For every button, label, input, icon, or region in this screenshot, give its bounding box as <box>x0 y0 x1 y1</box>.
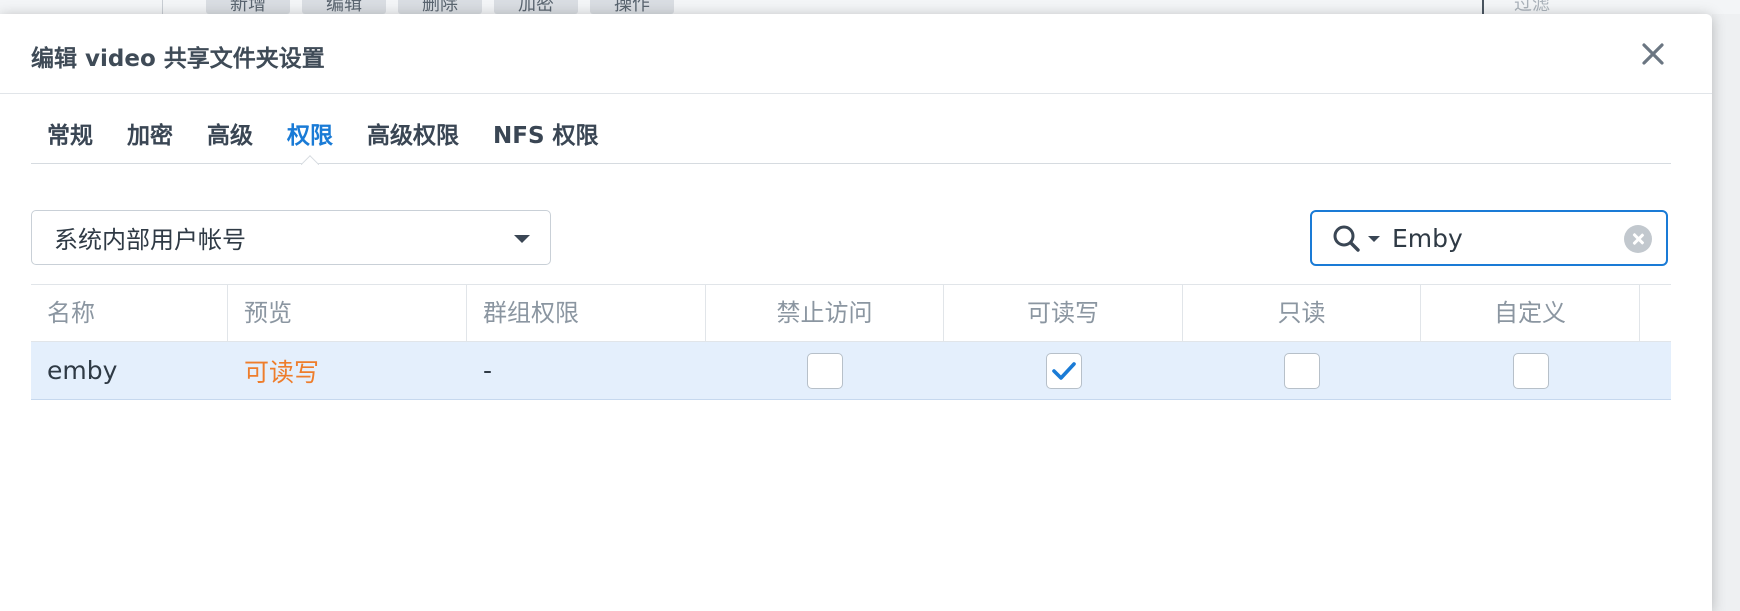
close-icon <box>1642 43 1664 65</box>
bg-add-button[interactable]: 新增 <box>206 0 290 14</box>
tab-label: 常规 <box>47 123 93 149</box>
permissions-table: 名称 预览 群组权限 禁止访问 可读写 只读 自定义 emby 可读写 - <box>31 284 1671 400</box>
table-row[interactable]: emby 可读写 - <box>31 342 1671 400</box>
edit-shared-folder-dialog: 编辑 video 共享文件夹设置 常规 加密 高级 权限 高级权限 NFS 权限… <box>0 14 1712 611</box>
background-toolbar: 新增 编辑 删除 加密 操作 <box>150 0 674 14</box>
search-box <box>1310 210 1668 266</box>
column-header-spacer <box>1640 285 1671 341</box>
dialog-title: 编辑 video 共享文件夹设置 <box>31 46 325 72</box>
table-header: 名称 预览 群组权限 禁止访问 可读写 只读 自定义 <box>31 284 1671 342</box>
column-header-read-write[interactable]: 可读写 <box>944 285 1183 341</box>
user-type-select[interactable]: 系统内部用户帐号 <box>31 210 551 265</box>
tab-permissions[interactable]: 权限 <box>270 118 350 164</box>
active-tab-indicator <box>301 155 319 165</box>
bg-encrypt-button[interactable]: 加密 <box>494 0 578 14</box>
tab-encryption[interactable]: 加密 <box>110 118 190 164</box>
column-header-group-permission[interactable]: 群组权限 <box>467 285 706 341</box>
bg-action-button[interactable]: 操作 <box>590 0 674 14</box>
no-access-checkbox[interactable] <box>807 352 843 389</box>
dialog-header: 编辑 video 共享文件夹设置 <box>0 14 1712 94</box>
bg-edit-button[interactable]: 编辑 <box>302 0 386 14</box>
custom-checkbox[interactable] <box>1512 352 1549 389</box>
tab-label: 加密 <box>127 123 173 149</box>
tab-general[interactable]: 常规 <box>31 118 110 164</box>
close-button[interactable] <box>1633 34 1673 74</box>
search-input[interactable] <box>1392 220 1612 256</box>
tab-bar: 常规 加密 高级 权限 高级权限 NFS 权限 <box>31 118 1671 164</box>
column-header-name[interactable]: 名称 <box>31 285 228 341</box>
read-only-checkbox[interactable] <box>1284 352 1320 389</box>
column-header-custom[interactable]: 自定义 <box>1421 285 1640 341</box>
cell-group-permission: - <box>483 356 493 385</box>
background-edge <box>1712 14 1740 611</box>
search-icon[interactable] <box>1332 224 1362 254</box>
search-options-dropdown-icon[interactable] <box>1368 236 1380 242</box>
tab-label: 高级 <box>207 123 253 149</box>
user-type-value: 系统内部用户帐号 <box>54 226 246 254</box>
tab-advanced-permissions[interactable]: 高级权限 <box>350 118 476 164</box>
cell-preview: 可读写 <box>244 357 320 387</box>
tab-label: 权限 <box>287 123 333 149</box>
column-header-read-only[interactable]: 只读 <box>1183 285 1421 341</box>
clear-search-icon[interactable] <box>1624 225 1652 253</box>
bg-delete-button[interactable]: 删除 <box>398 0 482 14</box>
tab-nfs-permissions[interactable]: NFS 权限 <box>476 118 616 164</box>
tab-advanced[interactable]: 高级 <box>190 118 270 164</box>
bg-filter-input[interactable]: 过滤 <box>1482 0 1740 14</box>
checkmark-icon <box>1051 361 1076 380</box>
tab-label: NFS 权限 <box>493 123 599 149</box>
tab-label: 高级权限 <box>367 123 459 149</box>
chevron-down-icon <box>514 235 530 243</box>
cell-name: emby <box>47 356 118 385</box>
column-header-preview[interactable]: 预览 <box>228 285 467 341</box>
column-header-no-access[interactable]: 禁止访问 <box>706 285 944 341</box>
read-write-checkbox[interactable] <box>1045 352 1082 389</box>
